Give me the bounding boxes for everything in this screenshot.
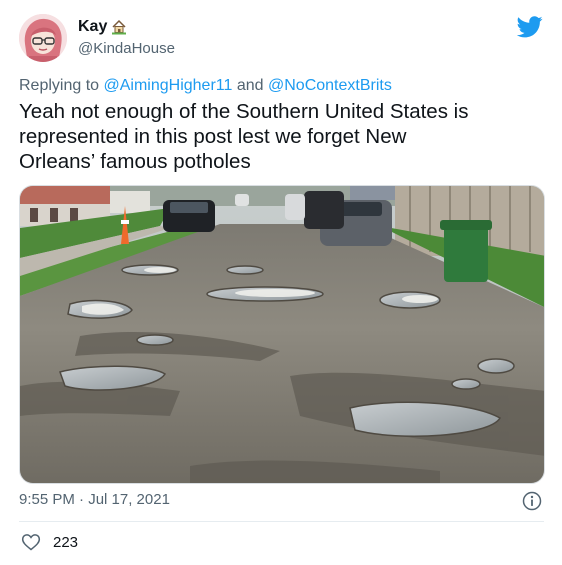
info-icon[interactable] xyxy=(522,491,542,511)
like-action[interactable]: 223 xyxy=(21,532,78,552)
twitter-bird-icon[interactable] xyxy=(516,16,543,38)
pothole-street-photo xyxy=(20,186,544,483)
mention-link-1[interactable]: @AimingHigher11 xyxy=(104,77,233,94)
tweet-text-line: Yeah not enough of the Southern United S… xyxy=(19,100,469,123)
replying-joiner: and xyxy=(236,77,264,94)
divider xyxy=(19,521,544,522)
tweet-text-line: Orleans’ famous potholes xyxy=(19,150,251,173)
tweet-card: Kay @KindaHouse Replying to @AimingHighe… xyxy=(0,0,562,565)
house-with-garden-icon xyxy=(111,19,127,35)
like-count: 223 xyxy=(53,533,79,551)
tweet-text-line: represented in this post lest we forget … xyxy=(19,125,407,148)
heart-icon[interactable] xyxy=(21,532,41,552)
mention-link-2[interactable]: @NoContextBrits xyxy=(268,77,392,94)
avatar[interactable] xyxy=(19,14,67,62)
tweet-photo[interactable] xyxy=(19,185,545,484)
display-name[interactable]: Kay xyxy=(78,18,107,36)
author-name-row[interactable]: Kay xyxy=(78,18,127,36)
tweet-timestamp[interactable]: 9:55 PM · Jul 17, 2021 xyxy=(19,491,170,508)
author-handle[interactable]: @KindaHouse xyxy=(78,40,175,57)
replying-to: Replying to @AimingHigher11 and @NoConte… xyxy=(19,77,392,95)
replying-prefix: Replying to xyxy=(19,77,100,94)
tweet-text: Yeah not enough of the Southern United S… xyxy=(19,99,544,174)
avatar-illustration xyxy=(19,14,67,62)
